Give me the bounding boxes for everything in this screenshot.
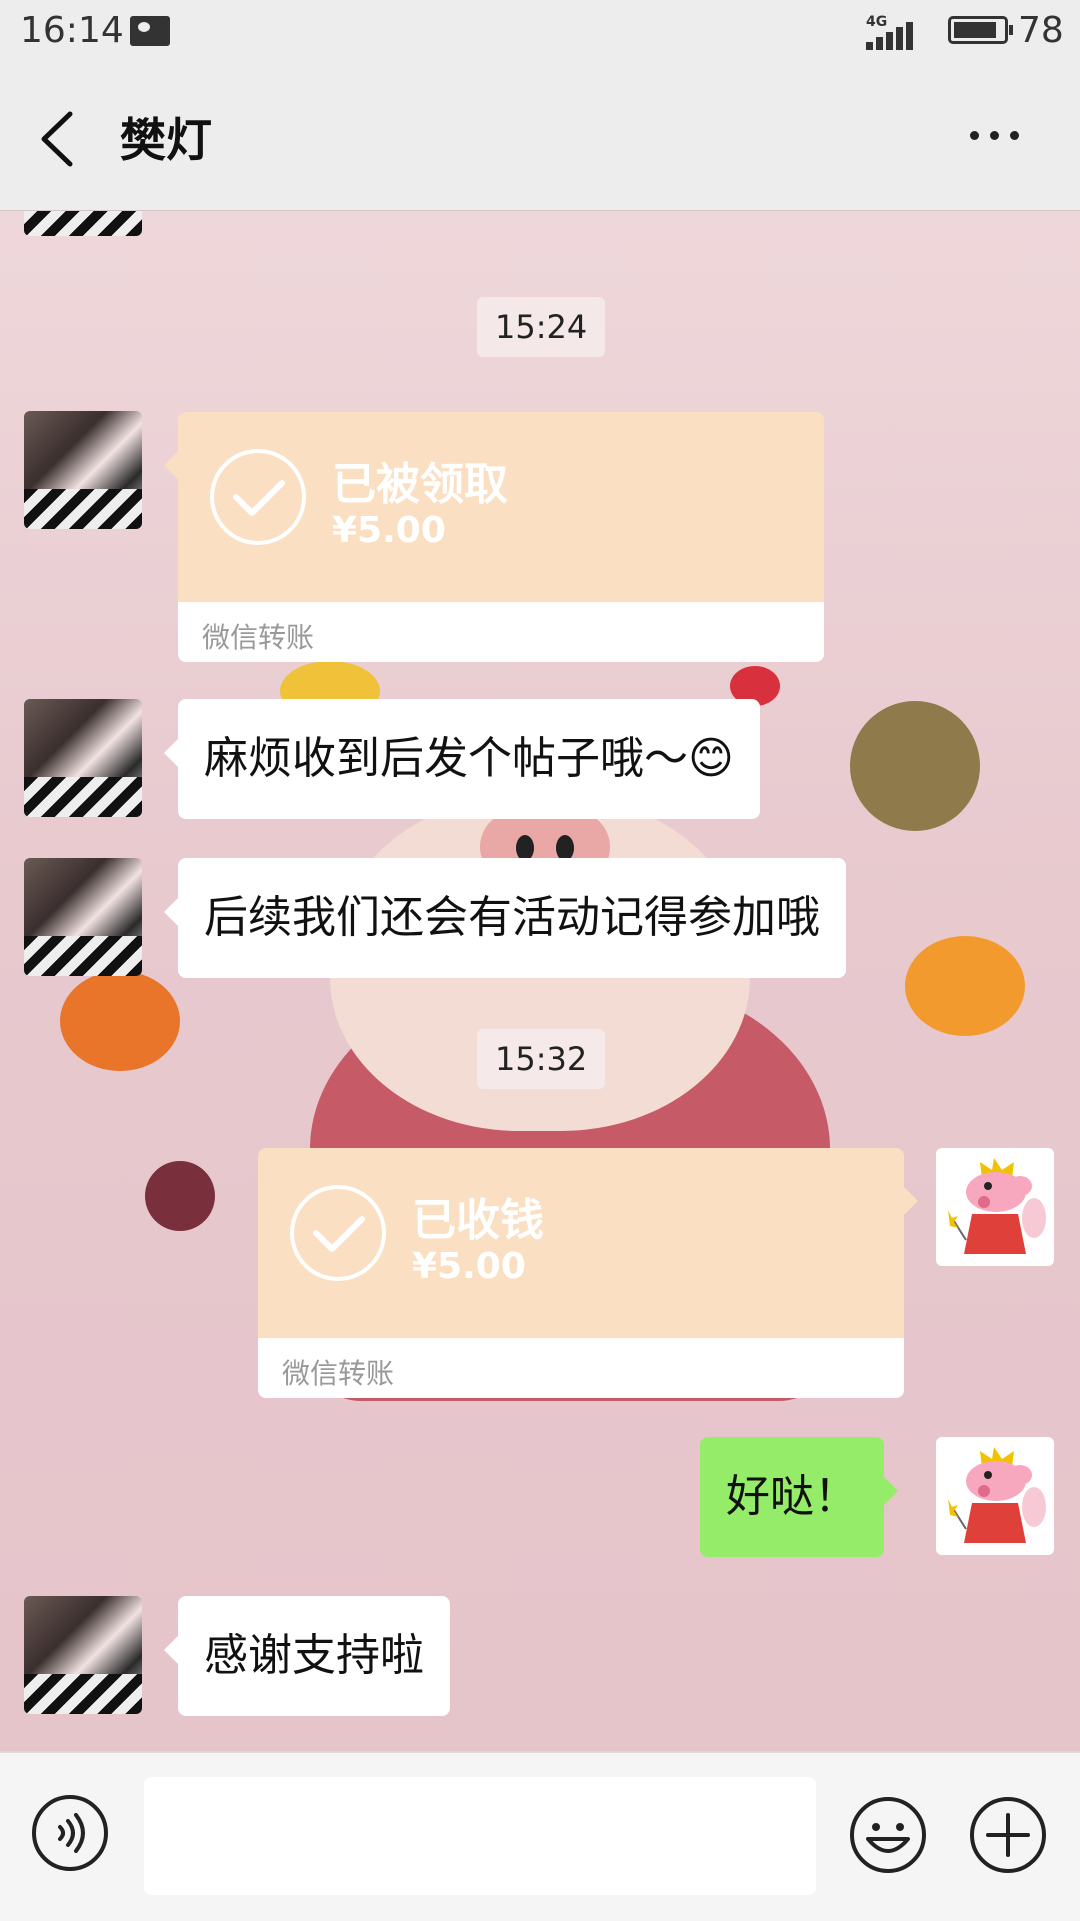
status-bar: 16:14 4G 78 [0,0,1080,64]
avatar[interactable] [24,211,142,236]
wallpaper-orange [905,936,1025,1036]
more-dots-icon[interactable] [960,109,1030,159]
timestamp: 15:24 [477,297,606,357]
avatar[interactable] [24,699,142,817]
message-input[interactable] [144,1777,816,1895]
message-bubble[interactable]: 后续我们还会有活动记得参加哦 [164,858,846,978]
chevron-left-icon[interactable] [30,104,90,174]
transfer-card[interactable]: 已被领取 ¥5.00 微信转账 [178,412,824,662]
peppa-avatar-icon [948,1447,1046,1543]
transfer-card[interactable]: 已收钱 ¥5.00 微信转账 [258,1148,904,1398]
transfer-card-footer: 微信转账 [258,1338,904,1398]
transfer-card-top: 已收钱 ¥5.00 [258,1148,904,1338]
transfer-label: 微信转账 [282,1357,395,1390]
avatar[interactable] [24,1596,142,1714]
message-bubble[interactable]: 好哒！ [700,1437,898,1557]
check-icon [290,1185,386,1281]
image-notification-icon [130,16,170,46]
status-time: 16:14 [20,10,124,51]
avatar[interactable] [936,1437,1054,1555]
chat-header: 樊灯 [0,64,1080,211]
avatar[interactable] [24,411,142,529]
transfer-status: 已被领取 [332,459,508,510]
transfer-card-top: 已被领取 ¥5.00 [178,412,824,602]
avatar[interactable] [936,1148,1054,1266]
chat-area[interactable]: 15:24 已被领取 ¥5.00 微信转账 麻烦收到后发个帖子哦～😊 后续我们还… [0,211,1080,1751]
signal-icon [866,20,922,50]
chat-title: 樊灯 [120,113,212,167]
input-bar [0,1752,1080,1921]
check-icon [210,449,306,545]
transfer-label: 微信转账 [202,621,315,654]
peppa-avatar-icon [948,1158,1046,1254]
message-bubble[interactable]: 感谢支持啦 [164,1596,450,1716]
emoji-icon[interactable] [848,1795,928,1875]
wallpaper-kiwi [850,701,980,831]
wallpaper-grape [145,1161,215,1231]
transfer-amount: ¥5.00 [332,510,446,551]
transfer-card-footer: 微信转账 [178,602,824,662]
message-bubble[interactable]: 麻烦收到后发个帖子哦～😊 [164,699,760,819]
voice-icon[interactable] [32,1795,108,1871]
timestamp: 15:32 [477,1029,606,1089]
bubble-tail [164,451,178,479]
bubble-tail [904,1187,918,1215]
transfer-status: 已收钱 [412,1195,544,1246]
wallpaper-mandarin [60,971,180,1071]
avatar[interactable] [24,858,142,976]
transfer-amount: ¥5.00 [412,1246,526,1287]
battery-level: 78 [1018,10,1064,51]
battery-icon [948,16,1013,44]
plus-icon[interactable] [968,1795,1048,1875]
